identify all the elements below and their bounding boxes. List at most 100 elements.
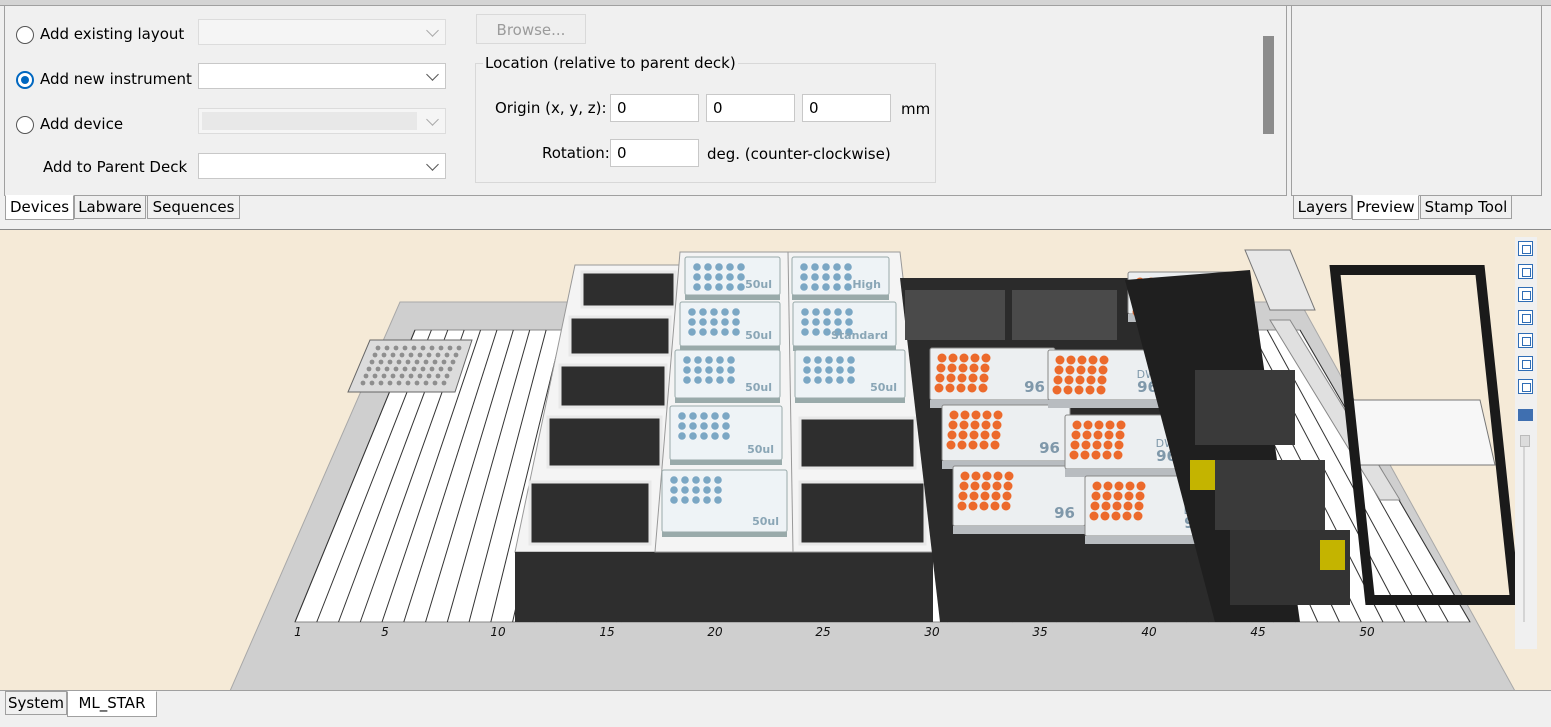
well [1094, 420, 1104, 430]
well [1092, 440, 1102, 450]
well [1091, 450, 1101, 460]
view-top-icon[interactable] [1518, 356, 1533, 371]
tip [803, 376, 811, 384]
track-number-label: 45 [1250, 625, 1265, 639]
well [1086, 375, 1096, 385]
tip [737, 263, 745, 271]
view-bottom-icon[interactable] [1518, 379, 1533, 394]
tip-box-label: 50ul [870, 381, 897, 394]
well [990, 501, 1000, 511]
tip [847, 366, 855, 374]
well [982, 471, 992, 481]
tip [726, 273, 734, 281]
well [1004, 471, 1014, 481]
tip-hole [372, 373, 378, 379]
view-3d-icon[interactable] [1518, 241, 1533, 256]
origin-y-field[interactable]: 0 [706, 94, 795, 122]
tip-hole [417, 352, 423, 358]
tab-stamp-tool[interactable]: Stamp Tool [1420, 195, 1512, 219]
view-left-icon[interactable] [1518, 310, 1533, 325]
existing-layout-combo[interactable] [198, 19, 446, 45]
well [1102, 491, 1112, 501]
well [1133, 511, 1143, 521]
tab-sequences[interactable]: Sequences [147, 195, 240, 219]
rotation-field[interactable]: 0 [610, 139, 699, 167]
tip-hole [396, 380, 402, 386]
zoom-slider-track[interactable] [1523, 447, 1525, 622]
rotation-unit-label: deg. (counter-clockwise) [707, 145, 891, 163]
add-new-instrument-radio[interactable] [16, 71, 34, 89]
tip [847, 376, 855, 384]
well [971, 410, 981, 420]
add-existing-layout-radio[interactable] [16, 26, 34, 44]
tip [801, 308, 809, 316]
tip-hole [438, 345, 444, 351]
well [1124, 491, 1134, 501]
well [1071, 430, 1081, 440]
tip [705, 356, 713, 364]
tip [700, 412, 708, 420]
tip-hole [396, 359, 402, 365]
origin-z-field[interactable]: 0 [802, 94, 891, 122]
view-front-icon[interactable] [1518, 264, 1533, 279]
track-number-label: 35 [1032, 625, 1047, 639]
tip [678, 432, 686, 440]
track-number-label: 50 [1359, 625, 1375, 639]
tip [800, 263, 808, 271]
tip-hole [414, 380, 420, 386]
view-back-icon[interactable] [1518, 287, 1533, 302]
well [1080, 450, 1090, 460]
well [957, 501, 967, 511]
tip-hole [399, 352, 405, 358]
tab-preview[interactable]: Preview [1352, 195, 1419, 220]
tip [823, 308, 831, 316]
well [1122, 511, 1132, 521]
plate-label: 96 [1054, 504, 1075, 522]
tab-ml-star[interactable]: ML_STAR [67, 691, 157, 717]
tip [705, 366, 713, 374]
location-group-title: Location (relative to parent deck) [483, 54, 738, 72]
well [990, 440, 1000, 450]
parent-deck-combo[interactable] [198, 153, 446, 179]
tip [801, 328, 809, 336]
tip [811, 283, 819, 291]
tip-hole [405, 380, 411, 386]
well [968, 373, 978, 383]
tip [803, 356, 811, 364]
tip [710, 318, 718, 326]
track-number-label: 20 [707, 625, 723, 639]
tip [670, 496, 678, 504]
well [1055, 355, 1065, 365]
well [936, 363, 946, 373]
well [946, 440, 956, 450]
new-instrument-combo[interactable] [198, 63, 446, 89]
rotation-label: Rotation: [542, 144, 610, 162]
well [970, 420, 980, 430]
well [1134, 501, 1144, 511]
tip [721, 328, 729, 336]
tip [732, 318, 740, 326]
devices-panel-scrollbar-thumb[interactable] [1263, 36, 1274, 134]
well [945, 383, 955, 393]
well [1097, 375, 1107, 385]
well [1104, 430, 1114, 440]
view-right-icon[interactable] [1518, 333, 1533, 348]
browse-button[interactable]: Browse... [476, 14, 586, 44]
tab-devices[interactable]: Devices [5, 195, 74, 220]
tab-system[interactable]: System [5, 691, 67, 715]
well [991, 430, 1001, 440]
add-device-radio[interactable] [16, 116, 34, 134]
origin-x-field[interactable]: 0 [610, 94, 699, 122]
tab-labware[interactable]: Labware [74, 195, 146, 219]
zoom-slider-thumb[interactable] [1520, 435, 1530, 447]
tip-hole [399, 373, 405, 379]
tip-hole [384, 366, 390, 372]
deck-3d-viewport[interactable]: 50ul 50ul 50ul 50ul 50ul High Standard 50ul 96… [0, 229, 1551, 691]
tip-hole [423, 380, 429, 386]
layers-icon[interactable] [1518, 409, 1533, 421]
tip [722, 412, 730, 420]
tab-layers[interactable]: Layers [1293, 195, 1352, 219]
tip [822, 263, 830, 271]
device-combo[interactable] [198, 108, 446, 134]
tip-hole [384, 345, 390, 351]
